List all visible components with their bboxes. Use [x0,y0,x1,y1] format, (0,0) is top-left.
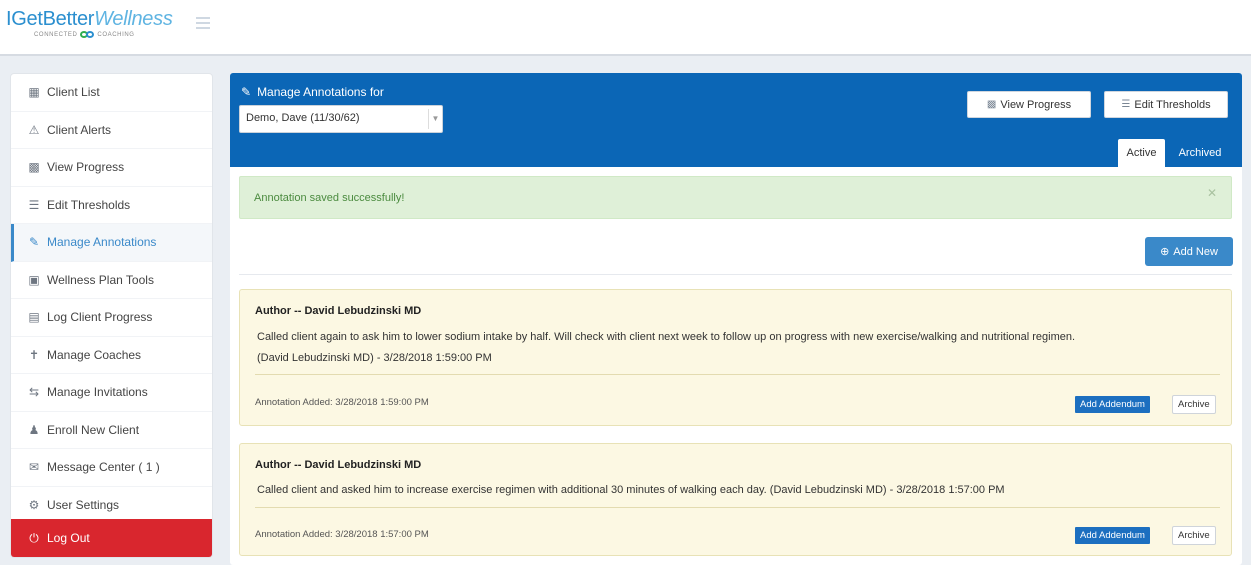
connected-coaching-icon [80,31,95,38]
annotation-divider [255,374,1220,375]
client-list-icon: ▦ [28,85,40,100]
app-logo[interactable]: IGetBetterWellness CONNECTED COACHING [6,8,173,38]
annotation-author: Author -- David Lebudzinski MD [255,459,422,471]
gear-icon: ⚙ [28,497,40,512]
sidebar-item-manage-invitations[interactable]: ⇆ Manage Invitations [11,374,212,412]
sidebar-item-view-progress[interactable]: ▩ View Progress [11,149,212,187]
sidebar-item-label: Edit Thresholds [47,197,131,212]
sidebar-item-client-alerts[interactable]: ⚠ Client Alerts [11,112,212,149]
sidebar-item-wellness-plan-tools[interactable]: ▣ Wellness Plan Tools [11,262,212,299]
plus-circle-icon: ⊕ [1160,246,1170,258]
edit-thresholds-label: Edit Thresholds [1134,98,1211,111]
list-icon: ☰ [1121,99,1131,110]
panel-header: ✎ Manage Annotations for Demo, Dave (11/… [230,73,1242,167]
add-addendum-label: Add Addendum [1080,399,1145,410]
annotations-panel: ✎ Manage Annotations for Demo, Dave (11/… [230,73,1242,565]
warning-icon: ⚠ [28,122,40,137]
view-progress-label: View Progress [1000,98,1072,111]
tab-archived[interactable]: Archived [1169,139,1231,167]
panel-title-text: Manage Annotations for [257,85,384,99]
chevron-down-icon: ▼ [428,109,442,129]
sidebar-item-log-client-progress[interactable]: ▤ Log Client Progress [11,299,212,337]
tab-active[interactable]: Active [1118,139,1165,167]
sidebar-item-label: Enroll New Client [47,422,140,437]
add-addendum-button[interactable]: Add Addendum [1075,527,1150,544]
add-addendum-button[interactable]: Add Addendum [1075,396,1150,413]
sidebar-item-manage-coaches[interactable]: ✝ Manage Coaches [11,337,212,374]
tab-label: Active [1126,147,1157,159]
archive-label: Archive [1178,399,1210,410]
bar-chart-icon: ▩ [986,99,997,110]
logo-tagline: CONNECTED COACHING [34,31,173,38]
panel-title: ✎ Manage Annotations for [241,85,384,99]
close-icon[interactable]: ✕ [1207,186,1217,200]
sidebar-item-label: Message Center ( 1 ) [47,460,160,475]
archive-button[interactable]: Archive [1172,395,1216,414]
sidebar-item-label: Client Alerts [47,122,112,137]
sidebar-item-enroll-new-client[interactable]: ♟ Enroll New Client [11,412,212,449]
list-icon: ☰ [28,197,40,212]
annotation-added-date: Annotation Added: 3/28/2018 1:57:00 PM [255,529,429,540]
power-icon: ⏻ [29,530,39,545]
annotation-text: Called client again to ask him to lower … [257,327,1222,369]
logout-button[interactable]: ⏻ Log Out [11,519,212,557]
bar-chart-icon: ▩ [28,160,40,175]
annotation-text-line: Called client and asked him to increase … [257,484,1005,496]
transfer-icon: ⇆ [28,385,40,400]
edit-icon: ✎ [241,85,252,99]
sidebar-item-client-list[interactable]: ▦ Client List [11,74,212,112]
annotation-card: Author -- David Lebudzinski MD Called cl… [239,289,1232,426]
client-select-value: Demo, Dave (11/30/62) [246,112,360,124]
sidebar: ▦ Client List ⚠ Client Alerts ▩ View Pro… [10,73,213,558]
tab-label: Archived [1178,147,1222,159]
divider [239,274,1232,275]
hamburger-icon[interactable] [196,17,210,32]
annotation-text: Called client and asked him to increase … [257,480,1222,501]
envelope-icon: ✉ [28,460,40,475]
logo-wordmark: IGetBetterWellness [6,8,173,30]
sidebar-item-manage-annotations[interactable]: ✎ Manage Annotations [11,224,212,262]
alert-message: Annotation saved successfully! [254,192,405,204]
add-new-label: Add New [1173,245,1218,258]
annotation-text-line: (David Lebudzinski MD) - 3/28/2018 1:59:… [257,352,492,364]
add-new-button[interactable]: ⊕ Add New [1145,237,1233,266]
logo-text-primary: IGetBetter [6,8,95,30]
sidebar-item-label: Manage Invitations [47,385,148,400]
success-alert: Annotation saved successfully! ✕ [239,176,1232,219]
logo-text-secondary: Wellness [94,8,173,30]
logo-tagline-left: CONNECTED [34,31,78,38]
sidebar-item-edit-thresholds[interactable]: ☰ Edit Thresholds [11,187,212,224]
sidebar-item-label: Wellness Plan Tools [47,272,154,287]
sidebar-item-label: Manage Annotations [47,235,157,250]
sidebar-item-label: User Settings [47,497,120,512]
client-select[interactable]: Demo, Dave (11/30/62) ▼ [239,105,443,133]
document-icon: ▤ [28,310,40,325]
sidebar-item-message-center[interactable]: ✉ Message Center ( 1 ) [11,449,212,487]
add-user-icon: ♟ [28,422,40,437]
logo-tagline-right: COACHING [97,31,135,38]
annotation-text-line: Called client again to ask him to lower … [257,331,1076,343]
top-bar: IGetBetterWellness CONNECTED COACHING [0,0,1251,56]
tools-icon: ▣ [28,272,40,287]
annotation-added-date: Annotation Added: 3/28/2018 1:59:00 PM [255,397,429,408]
logout-label: Log Out [47,531,90,545]
edit-icon: ✎ [28,235,40,250]
annotation-author: Author -- David Lebudzinski MD [255,305,422,317]
view-progress-button[interactable]: ▩ View Progress [967,91,1091,118]
sidebar-item-label: Manage Coaches [47,347,142,362]
add-addendum-label: Add Addendum [1080,530,1145,541]
sidebar-item-label: Client List [47,85,100,100]
annotation-divider [255,507,1220,508]
archive-label: Archive [1178,530,1210,541]
annotation-card: Author -- David Lebudzinski MD Called cl… [239,443,1232,556]
coach-icon: ✝ [28,347,40,362]
sidebar-item-label: Log Client Progress [47,310,153,325]
sidebar-item-label: View Progress [47,160,125,175]
archive-button[interactable]: Archive [1172,526,1216,545]
edit-thresholds-button[interactable]: ☰ Edit Thresholds [1104,91,1228,118]
